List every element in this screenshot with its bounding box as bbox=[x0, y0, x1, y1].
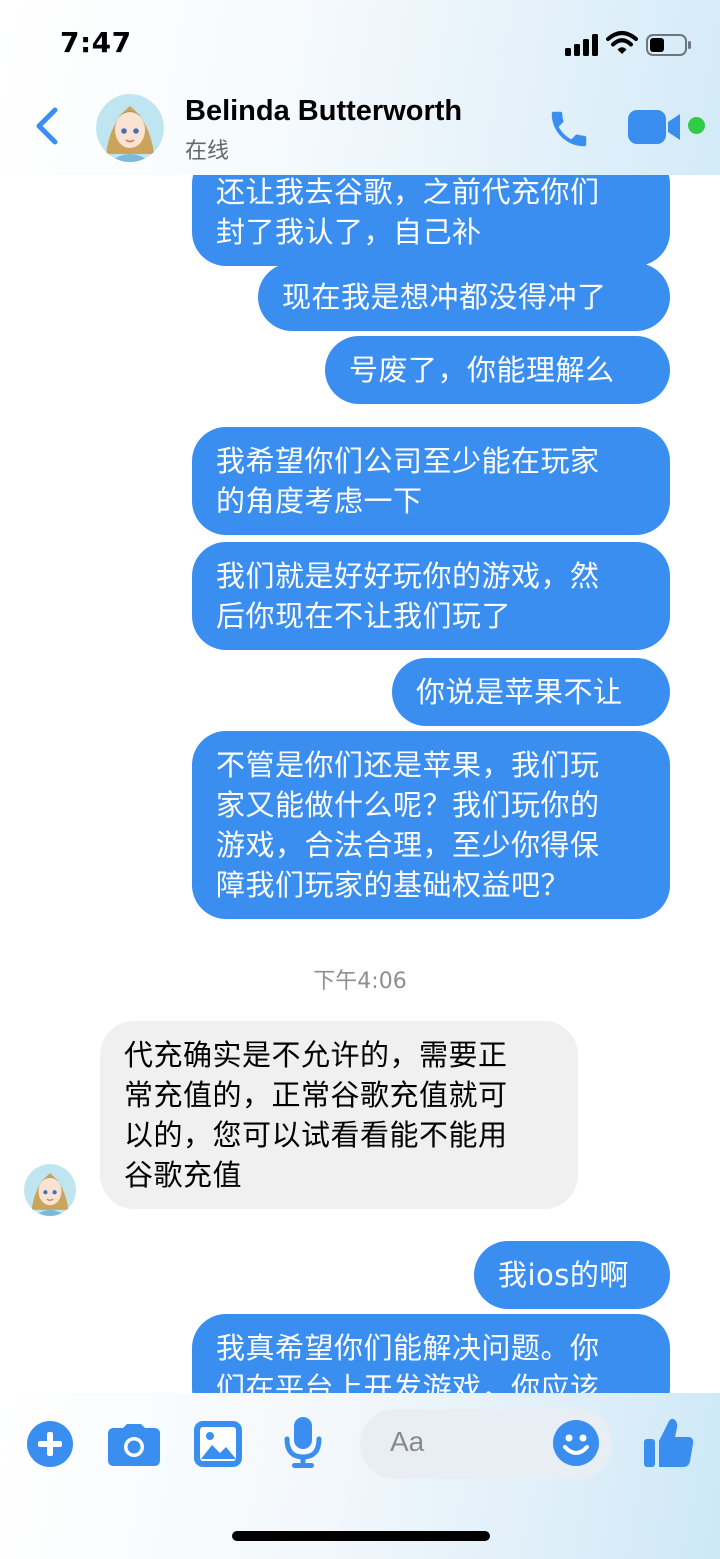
message-bubble[interactable]: 你说是苹果不让 bbox=[392, 658, 670, 726]
camera-icon[interactable] bbox=[108, 1424, 160, 1466]
microphone-icon[interactable] bbox=[284, 1417, 322, 1469]
emoji-icon[interactable] bbox=[552, 1419, 600, 1467]
online-indicator bbox=[688, 117, 705, 134]
phone-icon[interactable] bbox=[546, 106, 592, 152]
avatar-illustration bbox=[96, 94, 164, 162]
plus-icon[interactable] bbox=[26, 1420, 74, 1468]
conversation-header: Belinda Butterworth 在线 bbox=[0, 88, 720, 174]
contact-status: 在线 bbox=[185, 139, 230, 164]
status-bar: 7:47 bbox=[0, 0, 720, 88]
video-camera-icon[interactable] bbox=[628, 108, 682, 146]
status-time: 7:47 bbox=[60, 26, 132, 59]
message-input[interactable]: Aa bbox=[360, 1409, 612, 1479]
message-bubble[interactable]: 我希望你们公司至少能在玩家 的角度考虑一下 bbox=[192, 427, 670, 535]
back-chevron-icon[interactable] bbox=[30, 106, 62, 146]
message-bubble[interactable]: 我们就是好好玩你的游戏，然 后你现在不让我们玩了 bbox=[192, 542, 670, 650]
message-bubble[interactable]: 号废了，你能理解么 bbox=[325, 336, 670, 404]
home-indicator bbox=[232, 1531, 490, 1541]
message-bubble-incoming[interactable]: 代充确实是不允许的，需要正 常充值的，正常谷歌充值就可 以的，您可以试看看能不能… bbox=[100, 1021, 578, 1209]
message-input-placeholder: Aa bbox=[390, 1426, 425, 1457]
wifi-icon bbox=[606, 31, 638, 54]
signal-icon bbox=[565, 34, 598, 56]
battery-icon bbox=[646, 34, 691, 56]
thumbs-up-icon[interactable] bbox=[644, 1417, 694, 1469]
message-bubble[interactable]: 我ios的啊 bbox=[474, 1241, 670, 1309]
message-bubble[interactable]: 现在我是想冲都没得冲了 bbox=[258, 263, 670, 331]
contact-name[interactable]: Belinda Butterworth bbox=[185, 95, 462, 128]
message-timestamp: 下午4:06 bbox=[313, 969, 407, 994]
message-bubble[interactable]: 不管是你们还是苹果，我们玩 家又能做什么呢？我们玩你的 游戏，合法合理，至少你得… bbox=[192, 731, 670, 919]
contact-avatar[interactable] bbox=[96, 94, 164, 162]
photo-icon[interactable] bbox=[194, 1421, 242, 1467]
contact-avatar-small[interactable] bbox=[24, 1164, 76, 1216]
avatar-illustration bbox=[24, 1164, 76, 1216]
composer-toolbar: Aa bbox=[0, 1393, 720, 1559]
